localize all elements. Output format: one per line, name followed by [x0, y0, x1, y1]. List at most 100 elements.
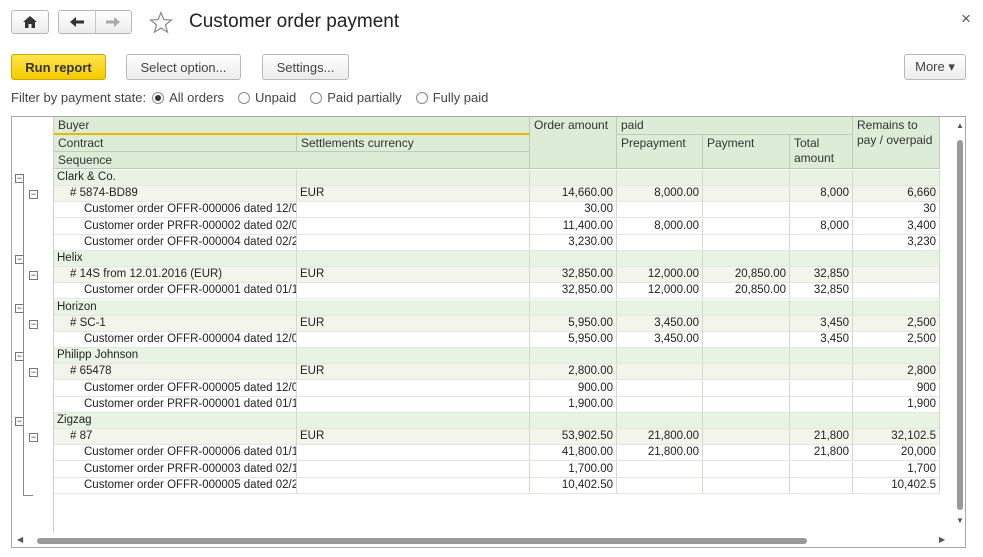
- cell-tot[interactable]: 3,450: [790, 315, 853, 332]
- cell-pre[interactable]: [617, 461, 703, 478]
- cell-label[interactable]: Customer order PRFR-000003 dated 02/10/2…: [54, 461, 297, 478]
- cell-rem[interactable]: [853, 283, 940, 300]
- cell-rem[interactable]: 3,400: [853, 218, 940, 235]
- cell-amt[interactable]: 11,400.00: [530, 218, 617, 235]
- buyer-row[interactable]: Philipp Johnson −: [12, 348, 940, 365]
- buyer-row[interactable]: Helix −: [12, 251, 940, 267]
- cell-rem[interactable]: 30: [853, 202, 940, 219]
- contract-row[interactable]: # 14S from 12.01.2016 (EUR) EUR 32,850.00 1…: [12, 267, 940, 284]
- radio-paid-partially[interactable]: [310, 91, 323, 104]
- cell-rem[interactable]: [853, 299, 940, 316]
- order-row[interactable]: Customer order OFFR-000005 dated 12/05/2…: [12, 380, 940, 397]
- cell-label[interactable]: Horizon: [54, 299, 297, 316]
- cell-pay[interactable]: [703, 429, 790, 446]
- cell-label[interactable]: # 65478: [54, 364, 297, 381]
- cell-label[interactable]: Customer order OFFR-000004 dated 12/01/2…: [54, 332, 297, 348]
- cell-label[interactable]: # 5874-BD89: [54, 186, 297, 203]
- order-row[interactable]: Customer order PRFR-000002 dated 02/09/2…: [12, 218, 940, 235]
- cell-tot[interactable]: 8,000: [790, 218, 853, 235]
- cell-rem[interactable]: 32,102.5: [853, 429, 940, 446]
- cell-pay[interactable]: [703, 234, 790, 251]
- scroll-down-arrow[interactable]: ▼: [956, 516, 964, 525]
- cell-label[interactable]: Customer order PRFR-000002 dated 02/09/2…: [54, 218, 297, 235]
- cell-cur[interactable]: [297, 396, 530, 413]
- cell-tot[interactable]: [790, 413, 853, 429]
- radio-label-fully-paid[interactable]: Fully paid: [433, 90, 489, 105]
- radio-label-all-orders[interactable]: All orders: [169, 90, 224, 105]
- cell-pre[interactable]: [617, 364, 703, 381]
- cell-label[interactable]: Philipp Johnson: [54, 348, 297, 365]
- cell-pay[interactable]: [703, 202, 790, 219]
- collapse-toggle-icon[interactable]: −: [29, 319, 38, 329]
- cell-label[interactable]: # 14S from 12.01.2016 (EUR): [54, 267, 297, 284]
- cell-tot[interactable]: [790, 202, 853, 219]
- cell-cur[interactable]: [297, 413, 530, 429]
- cell-pre[interactable]: [617, 170, 703, 186]
- cell-label[interactable]: Helix: [54, 251, 297, 267]
- buyer-row[interactable]: Zigzag −: [12, 413, 940, 429]
- radio-label-paid-partially[interactable]: Paid partially: [327, 90, 401, 105]
- cell-pre[interactable]: 12,000.00: [617, 283, 703, 300]
- cell-tot[interactable]: [790, 396, 853, 413]
- cell-label[interactable]: Clark & Co.: [54, 170, 297, 186]
- star-icon[interactable]: [149, 11, 173, 34]
- cell-cur[interactable]: EUR: [297, 267, 530, 284]
- cell-tot[interactable]: [790, 299, 853, 316]
- cell-label[interactable]: Zigzag: [54, 413, 297, 429]
- cell-label[interactable]: Customer order OFFR-000005 dated 12/05/2…: [54, 380, 297, 397]
- cell-pay[interactable]: [703, 218, 790, 235]
- scroll-up-arrow[interactable]: ▲: [956, 121, 964, 130]
- cell-amt[interactable]: 1,900.00: [530, 396, 617, 413]
- cell-pay[interactable]: 20,850.00: [703, 283, 790, 300]
- cell-pre[interactable]: [617, 299, 703, 316]
- cell-pre[interactable]: [617, 202, 703, 219]
- cell-pre[interactable]: [617, 380, 703, 397]
- contract-row[interactable]: # 5874-BD89 EUR 14,660.00 8,000.00 8,000 6,66…: [12, 186, 940, 203]
- cell-pre[interactable]: [617, 234, 703, 251]
- cell-rem[interactable]: [853, 413, 940, 429]
- cell-cur[interactable]: [297, 218, 530, 235]
- cell-cur[interactable]: [297, 380, 530, 397]
- scroll-left-arrow[interactable]: ◀: [17, 535, 23, 544]
- cell-tot[interactable]: [790, 234, 853, 251]
- cell-tot[interactable]: 3,450: [790, 332, 853, 348]
- cell-cur[interactable]: [297, 251, 530, 267]
- cell-amt[interactable]: 5,950.00: [530, 315, 617, 332]
- cell-pre[interactable]: [617, 348, 703, 365]
- select-option-button[interactable]: Select option...: [126, 54, 241, 80]
- cell-pay[interactable]: [703, 348, 790, 365]
- radio-fully-paid[interactable]: [415, 91, 428, 104]
- cell-amt[interactable]: 10,402.50: [530, 477, 617, 494]
- collapse-toggle-icon[interactable]: −: [29, 368, 38, 378]
- cell-label[interactable]: # SC-1: [54, 315, 297, 332]
- order-row[interactable]: Customer order PRFR-000001 dated 01/15/2…: [12, 396, 940, 413]
- cell-tot[interactable]: [790, 461, 853, 478]
- cell-rem[interactable]: 20,000: [853, 445, 940, 462]
- scroll-right-arrow[interactable]: ▶: [939, 535, 945, 544]
- cell-amt[interactable]: [530, 170, 617, 186]
- cell-rem[interactable]: 900: [853, 380, 940, 397]
- cell-pay[interactable]: [703, 461, 790, 478]
- collapse-toggle-icon[interactable]: −: [29, 433, 38, 443]
- order-row[interactable]: Customer order PRFR-000003 dated 02/10/2…: [12, 461, 940, 478]
- cell-amt[interactable]: 900.00: [530, 380, 617, 397]
- cell-amt[interactable]: [530, 413, 617, 429]
- cell-tot[interactable]: 32,850: [790, 283, 853, 300]
- vertical-scrollbar[interactable]: ▲ ▼: [955, 118, 965, 534]
- cell-pre[interactable]: 12,000.00: [617, 267, 703, 284]
- order-row[interactable]: Customer order OFFR-000004 dated 12/01/2…: [12, 332, 940, 348]
- cell-rem[interactable]: 10,402.5: [853, 477, 940, 494]
- cell-label[interactable]: Customer order OFFR-000005 dated 02/27/2…: [54, 477, 297, 494]
- cell-pre[interactable]: [617, 413, 703, 429]
- forward-button[interactable]: [96, 11, 132, 33]
- buyer-row[interactable]: Horizon −: [12, 299, 940, 316]
- cell-tot[interactable]: [790, 380, 853, 397]
- cell-cur[interactable]: [297, 283, 530, 300]
- cell-cur[interactable]: [297, 170, 530, 186]
- cell-rem[interactable]: 2,800: [853, 364, 940, 381]
- cell-rem[interactable]: [853, 251, 940, 267]
- cell-amt[interactable]: 1,700.00: [530, 461, 617, 478]
- cell-tot[interactable]: 21,800: [790, 445, 853, 462]
- cell-amt[interactable]: 32,850.00: [530, 283, 617, 300]
- cell-cur[interactable]: EUR: [297, 364, 530, 381]
